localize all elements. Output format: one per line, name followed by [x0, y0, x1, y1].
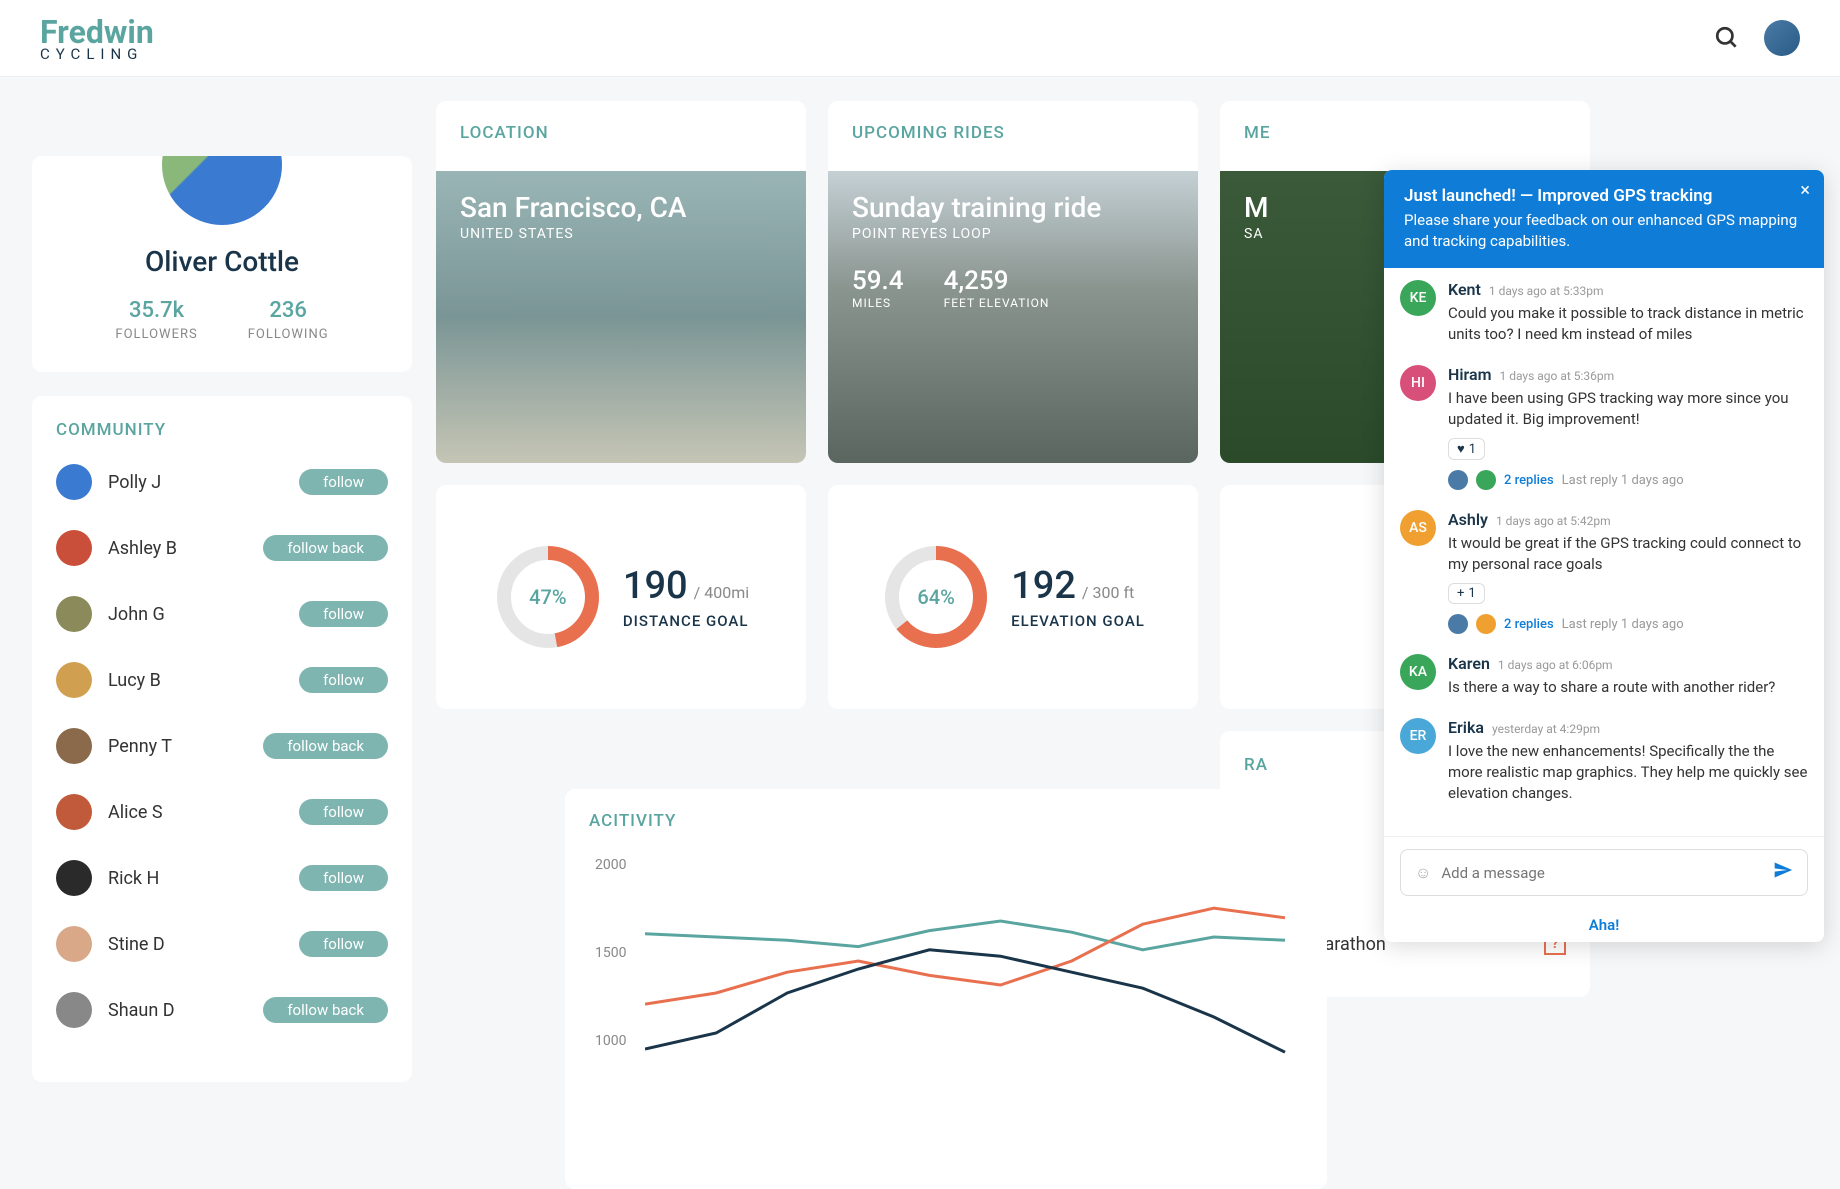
community-avatar[interactable] [56, 794, 92, 830]
location-title: San Francisco, CA [460, 191, 782, 224]
replies-row[interactable]: 2 repliesLast reply 1 days ago [1448, 470, 1808, 490]
message-input[interactable] [1441, 864, 1763, 882]
comment-avatar[interactable]: KA [1400, 654, 1436, 690]
comment-text: Could you make it possible to track dist… [1448, 303, 1808, 345]
feedback-comment: ER Erika yesterday at 4:29pm I love the n… [1400, 718, 1808, 804]
community-title: COMMUNITY [56, 420, 388, 440]
send-icon[interactable] [1773, 860, 1793, 885]
community-avatar[interactable] [56, 596, 92, 632]
community-name[interactable]: Shaun D [108, 1000, 175, 1021]
comment-text: I have been using GPS tracking way more … [1448, 388, 1808, 430]
feedback-panel: × Just launched! — Improved GPS tracking… [1384, 170, 1824, 942]
feedback-comment: KA Karen 1 days ago at 6:06pm Is there a … [1400, 654, 1808, 698]
follow-button[interactable]: follow back [263, 733, 388, 759]
follow-button[interactable]: follow [299, 601, 388, 627]
community-avatar[interactable] [56, 530, 92, 566]
distance-donut: 47% [493, 542, 603, 652]
comment-time: yesterday at 4:29pm [1492, 722, 1600, 736]
community-row: Lucy B follow [56, 662, 388, 698]
community-name[interactable]: Rick H [108, 868, 159, 889]
comment-avatar[interactable]: AS [1400, 510, 1436, 546]
following-stat[interactable]: 236 FOLLOWING [248, 298, 329, 342]
comment-text: It would be great if the GPS tracking co… [1448, 533, 1808, 575]
community-avatar[interactable] [56, 728, 92, 764]
upcoming-card[interactable]: UPCOMING RIDES Sunday training ride POIN… [828, 101, 1198, 463]
feedback-comment: AS Ashly 1 days ago at 5:42pm It would be… [1400, 510, 1808, 634]
community-name[interactable]: Ashley B [108, 538, 177, 559]
location-card[interactable]: LOCATION San Francisco, CA UNITED STATES [436, 101, 806, 463]
logo-sub: CYCLING [40, 45, 154, 63]
community-name[interactable]: John G [108, 604, 165, 625]
comment-avatar[interactable]: KE [1400, 280, 1436, 316]
feedback-comment: HI Hiram 1 days ago at 5:36pm I have been… [1400, 365, 1808, 490]
reply-avatar [1476, 470, 1496, 490]
comment-author: Kent [1448, 280, 1481, 299]
followers-stat[interactable]: 35.7k FOLLOWERS [115, 298, 197, 342]
comment-avatar[interactable]: ER [1400, 718, 1436, 754]
message-input-box[interactable]: ☺ [1400, 849, 1808, 896]
comment-author: Ashly [1448, 510, 1488, 529]
activity-chart: 2000 1500 1000 [565, 847, 1327, 1127]
community-avatar[interactable] [56, 662, 92, 698]
activity-card: ACITIVITY 2000 1500 1000 [565, 789, 1327, 1189]
follow-button[interactable]: follow back [263, 535, 388, 561]
emoji-icon[interactable]: ☺ [1415, 863, 1431, 883]
comment-time: 1 days ago at 5:33pm [1489, 284, 1604, 298]
follow-button[interactable]: follow [299, 469, 388, 495]
feedback-footer[interactable]: Aha! [1384, 908, 1824, 942]
logo[interactable]: Fredwin CYCLING [40, 13, 154, 63]
close-icon[interactable]: × [1800, 180, 1810, 201]
comment-time: 1 days ago at 6:06pm [1498, 658, 1613, 672]
reaction-button[interactable]: ♥1 [1448, 438, 1485, 460]
comment-time: 1 days ago at 5:42pm [1496, 514, 1611, 528]
comment-avatar[interactable]: HI [1400, 365, 1436, 401]
elevation-goal-card: 64% 192/ 300 ft ELEVATION GOAL [828, 485, 1198, 709]
profile-avatar[interactable] [158, 156, 286, 229]
follow-button[interactable]: follow [299, 865, 388, 891]
community-row: John G follow [56, 596, 388, 632]
comment-text: Is there a way to share a route with ano… [1448, 677, 1808, 698]
profile-card: Oliver Cottle 35.7k FOLLOWERS 236 FOLLOW… [32, 156, 412, 372]
elevation-donut: 64% [881, 542, 991, 652]
community-row: Rick H follow [56, 860, 388, 896]
feedback-header: × Just launched! — Improved GPS tracking… [1384, 170, 1824, 268]
community-name[interactable]: Penny T [108, 736, 172, 757]
community-avatar[interactable] [56, 860, 92, 896]
community-avatar[interactable] [56, 926, 92, 962]
follow-button[interactable]: follow [299, 931, 388, 957]
community-row: Penny T follow back [56, 728, 388, 764]
community-row: Shaun D follow back [56, 992, 388, 1028]
comment-time: 1 days ago at 5:36pm [1499, 369, 1614, 383]
user-avatar[interactable] [1764, 20, 1800, 56]
community-avatar[interactable] [56, 464, 92, 500]
follow-button[interactable]: follow [299, 799, 388, 825]
header: Fredwin CYCLING [0, 0, 1840, 77]
community-card: COMMUNITY Polly J follow Ashley B follow… [32, 396, 412, 1082]
reply-avatar [1448, 614, 1468, 634]
community-name[interactable]: Polly J [108, 472, 161, 493]
community-row: Alice S follow [56, 794, 388, 830]
comment-author: Erika [1448, 718, 1484, 737]
reply-avatar [1476, 614, 1496, 634]
replies-row[interactable]: 2 repliesLast reply 1 days ago [1448, 614, 1808, 634]
community-name[interactable]: Stine D [108, 934, 165, 955]
community-row: Ashley B follow back [56, 530, 388, 566]
community-name[interactable]: Alice S [108, 802, 163, 823]
comment-author: Karen [1448, 654, 1490, 673]
reply-avatar [1448, 470, 1468, 490]
comment-author: Hiram [1448, 365, 1491, 384]
community-name[interactable]: Lucy B [108, 670, 161, 691]
community-row: Stine D follow [56, 926, 388, 962]
reaction-button[interactable]: +1 [1448, 583, 1485, 604]
community-row: Polly J follow [56, 464, 388, 500]
profile-name: Oliver Cottle [52, 245, 392, 278]
follow-button[interactable]: follow [299, 667, 388, 693]
feedback-comment: KE Kent 1 days ago at 5:33pm Could you ma… [1400, 280, 1808, 345]
distance-goal-card: 47% 190/ 400mi DISTANCE GOAL [436, 485, 806, 709]
community-avatar[interactable] [56, 992, 92, 1028]
follow-button[interactable]: follow back [263, 997, 388, 1023]
comment-text: I love the new enhancements! Specificall… [1448, 741, 1808, 804]
search-icon[interactable] [1714, 25, 1740, 51]
